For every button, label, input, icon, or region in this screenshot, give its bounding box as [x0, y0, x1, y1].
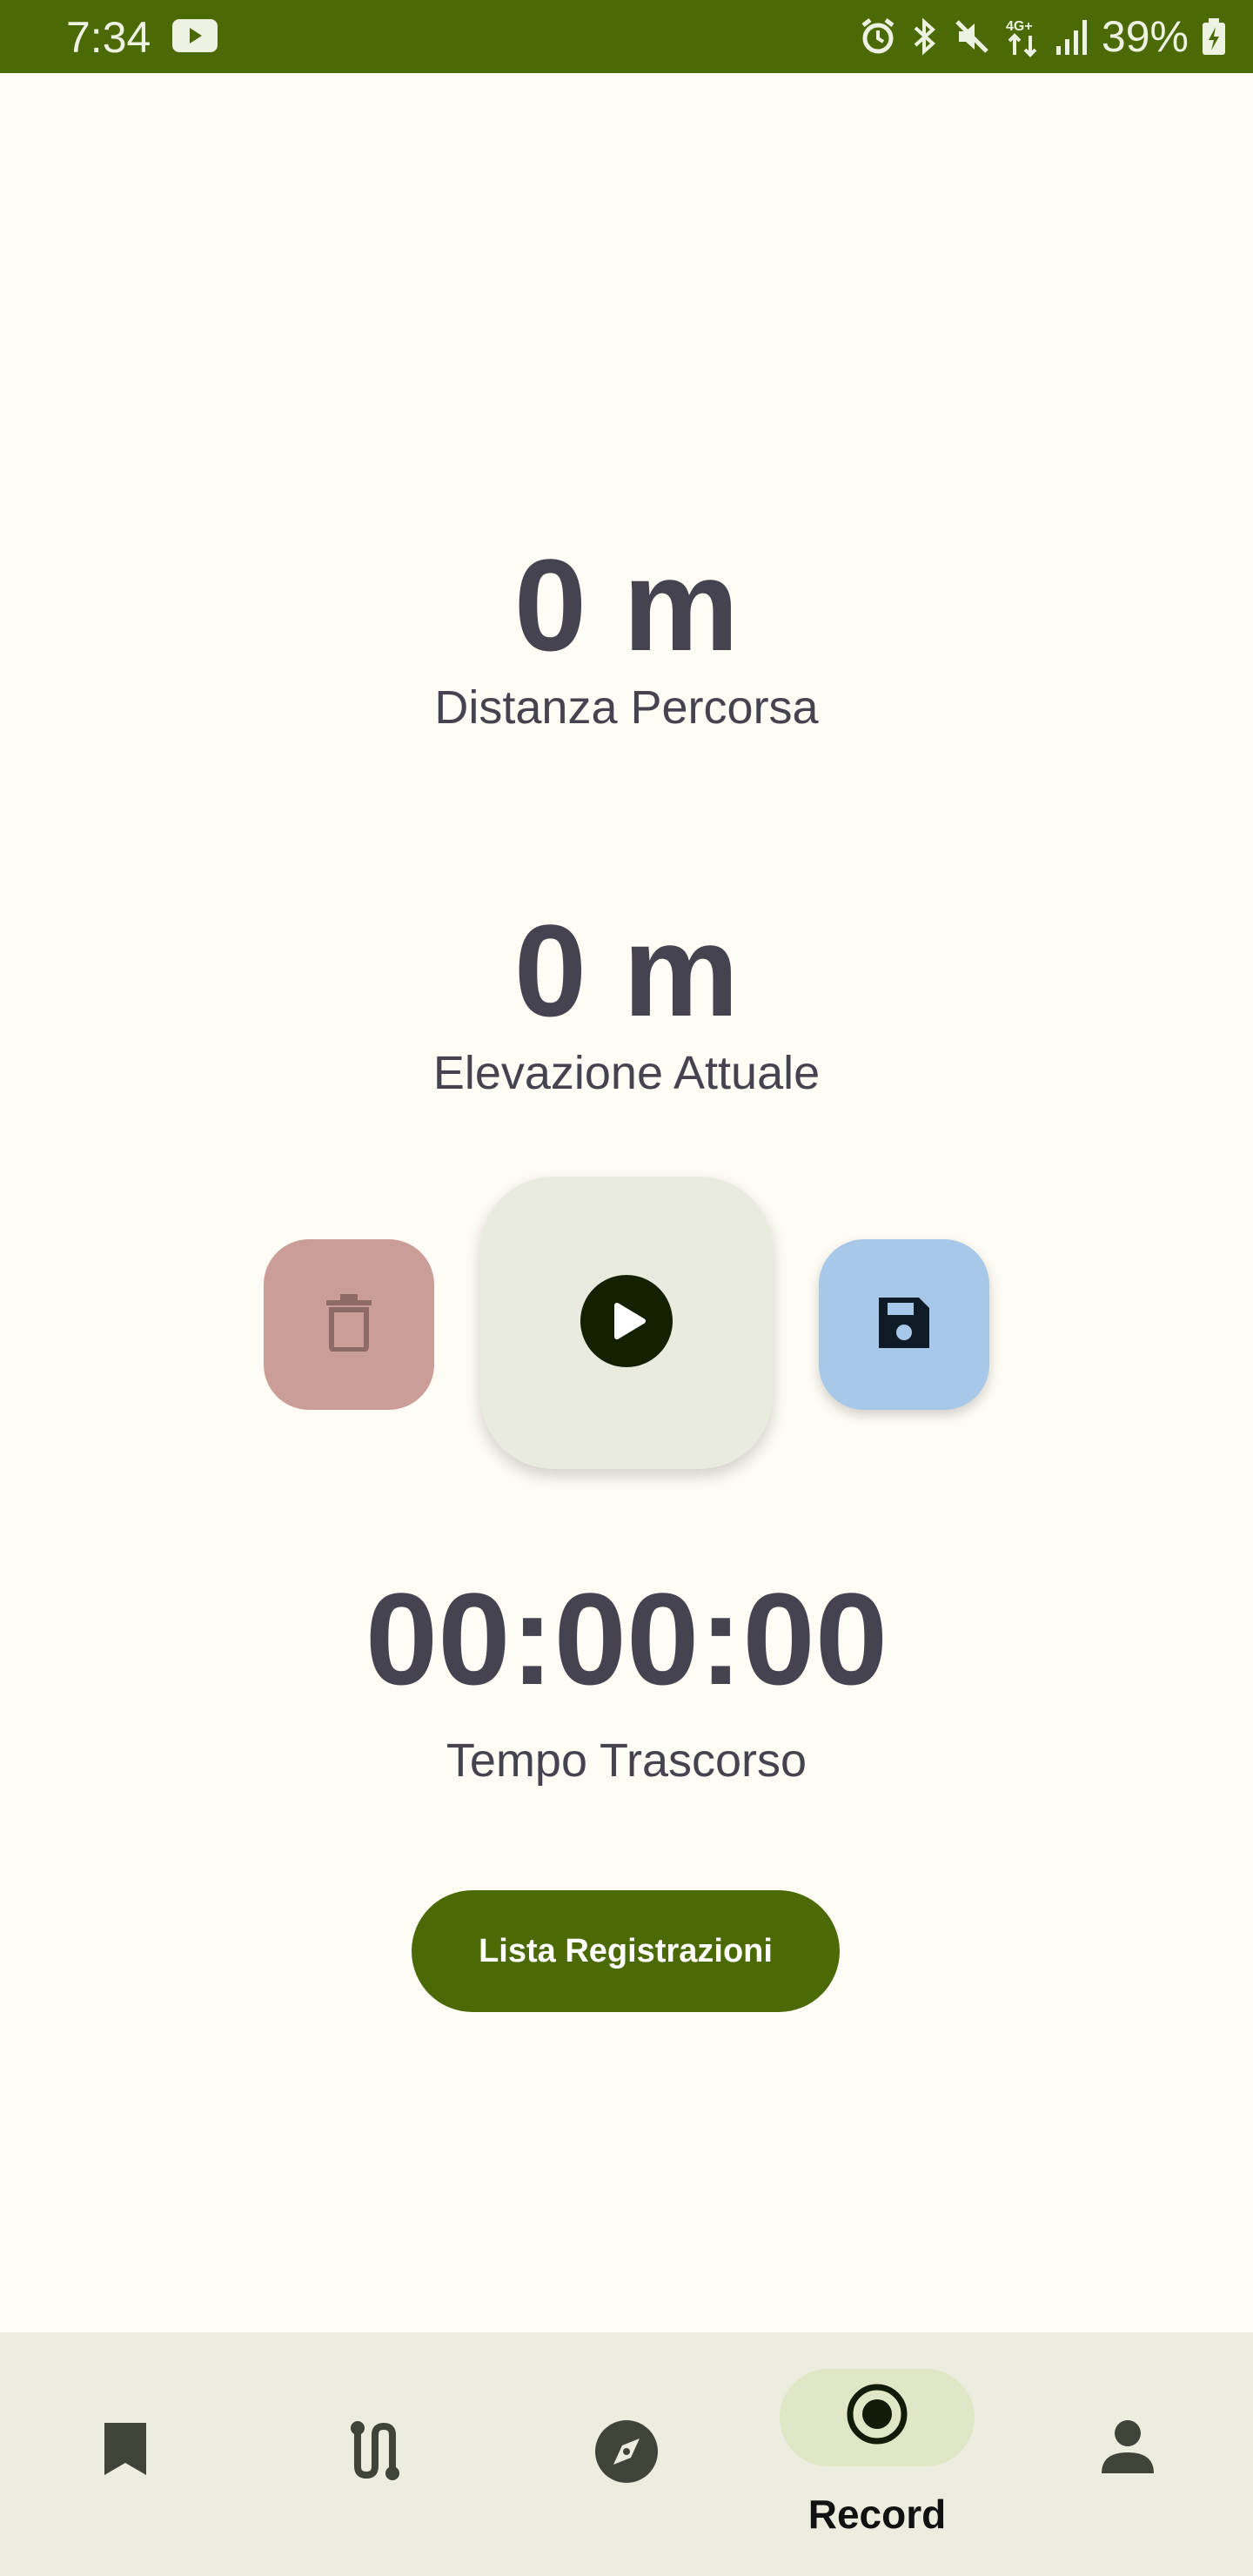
nav-item-routes[interactable]: [251, 2332, 501, 2576]
bluetooth-icon: [910, 17, 940, 57]
compass-icon: [594, 2419, 659, 2488]
person-icon: [1100, 2419, 1156, 2479]
network-type-icon: 4G+: [1004, 15, 1042, 58]
floppy-disk-icon: [875, 1294, 933, 1356]
save-button[interactable]: [819, 1239, 989, 1410]
status-bar: 7:34 4G+ 39%: [0, 0, 1253, 73]
signal-icon: [1055, 17, 1089, 57]
nav-item-explore[interactable]: [501, 2332, 752, 2576]
delete-button[interactable]: [264, 1239, 434, 1410]
svg-text:4G+: 4G+: [1006, 19, 1033, 34]
trash-icon: [325, 1293, 373, 1356]
play-icon: [580, 1274, 673, 1372]
elapsed-time-value: 00:00:00: [365, 1566, 888, 1712]
youtube-icon: [172, 19, 218, 57]
record-icon: [846, 2383, 908, 2450]
battery-charging-icon: [1201, 17, 1227, 57]
nav-item-profile[interactable]: [1002, 2332, 1253, 2576]
nav-item-record[interactable]: Record: [752, 2332, 1002, 2576]
mute-icon: [952, 17, 992, 57]
alarm-icon: [858, 17, 898, 57]
distance-label: Distanza Percorsa: [434, 681, 819, 734]
bookmark-icon: [101, 2419, 150, 2483]
nav-label-record: Record: [807, 2492, 947, 2537]
play-button[interactable]: [480, 1177, 773, 1469]
elevation-label: Elevazione Attuale: [432, 1047, 821, 1099]
distance-value: 0 m: [513, 532, 740, 678]
recordings-list-button[interactable]: Lista Registrazioni: [412, 1890, 840, 2012]
status-time: 7:34: [66, 13, 151, 62]
elapsed-time-label: Tempo Trascorso: [446, 1734, 807, 1787]
elevation-value: 0 m: [513, 897, 740, 1043]
route-icon: [345, 2419, 406, 2486]
battery-percent: 39%: [1101, 12, 1189, 61]
bottom-navigation: Record: [0, 2332, 1253, 2576]
nav-item-saved[interactable]: [0, 2332, 251, 2576]
